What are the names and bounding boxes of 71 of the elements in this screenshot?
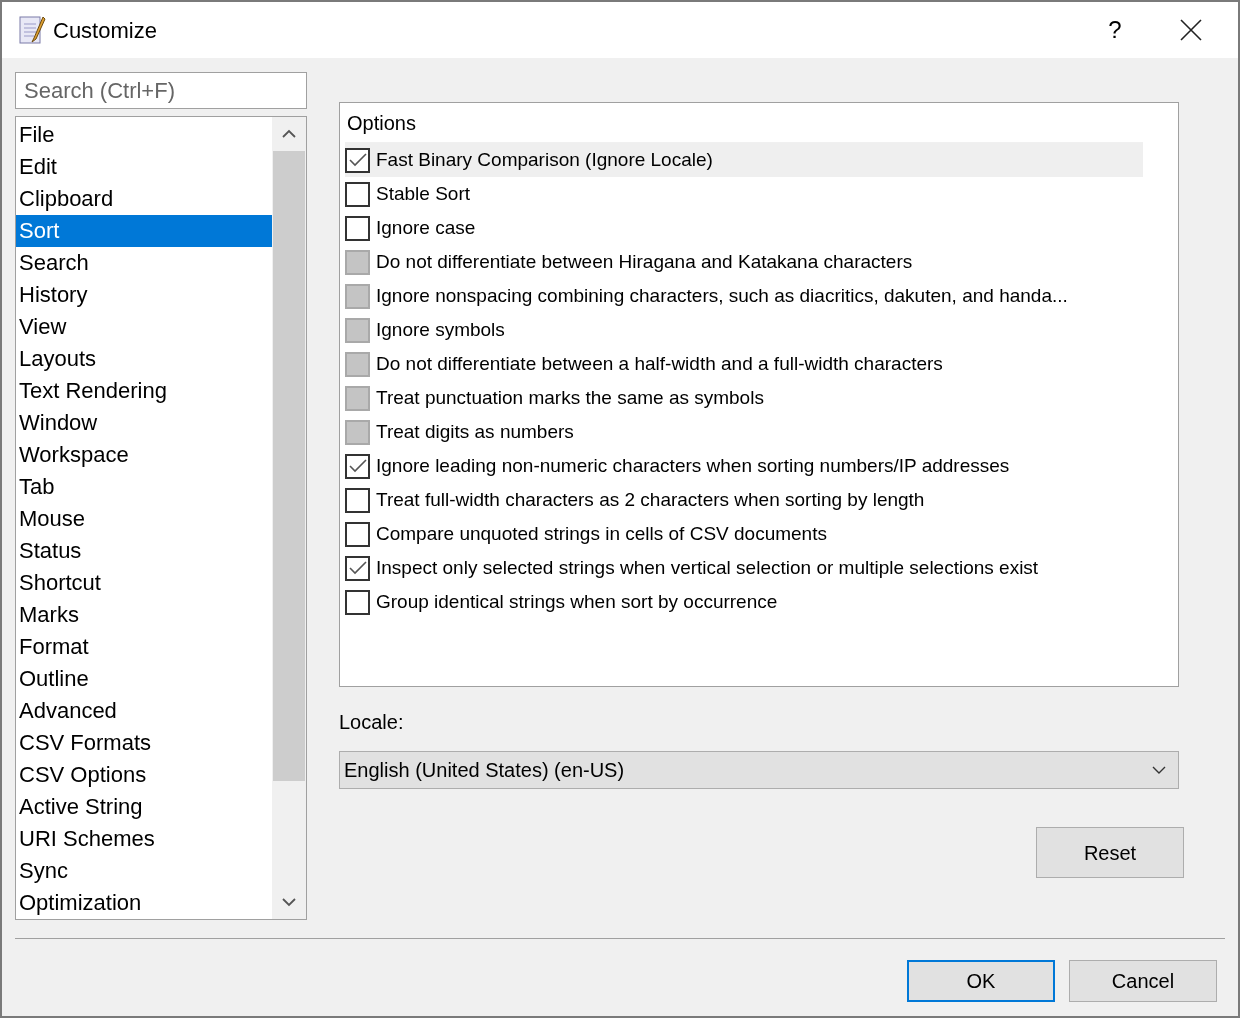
category-item[interactable]: Sync [16, 855, 272, 887]
search-field[interactable]: Search (Ctrl+F) [15, 72, 307, 109]
option-label: Treat digits as numbers [376, 419, 574, 444]
option-row[interactable]: Compare unquoted strings in cells of CSV documents [345, 517, 1143, 551]
help-button[interactable]: ? [1095, 12, 1135, 48]
category-item[interactable]: Layouts [16, 343, 272, 375]
option-row[interactable]: Ignore case [345, 211, 1143, 245]
option-label: Do not differentiate between a half-width and a full-width characters [376, 351, 943, 376]
option-row[interactable]: Stable Sort [345, 177, 1143, 211]
option-label: Group identical strings when sort by occurrence [376, 589, 778, 614]
checkmark-icon [348, 561, 367, 575]
category-item[interactable]: Advanced [16, 695, 272, 727]
category-item[interactable]: Outline [16, 663, 272, 695]
option-label: Treat full-width characters as 2 characters when sorting by length [376, 487, 925, 512]
category-item[interactable]: Mouse [16, 503, 272, 535]
locale-label: Locale: [339, 710, 405, 735]
option-label: Inspect only selected strings when vertical selection or multiple selections exist [376, 555, 1039, 580]
category-item[interactable]: CSV Formats [16, 727, 272, 759]
category-item[interactable]: Active String [16, 791, 272, 823]
category-item[interactable]: Shortcut [16, 567, 272, 599]
checkbox[interactable] [345, 453, 370, 479]
cancel-button[interactable]: Cancel [1069, 960, 1217, 1002]
category-item[interactable]: Marks [16, 599, 272, 631]
locale-dropdown[interactable]: English (United States) (en-US) [339, 751, 1179, 789]
option-label: Compare unquoted strings in cells of CSV documents [376, 521, 827, 546]
category-item[interactable]: View [16, 311, 272, 343]
category-item[interactable]: File [16, 119, 272, 151]
option-row[interactable]: Treat full-width characters as 2 characters when sorting by length [345, 483, 1143, 517]
option-label: Ignore nonspacing combining characters, such as diacritics, dakuten, and handa... [376, 283, 1068, 308]
category-item[interactable]: Sort [16, 215, 272, 247]
category-item[interactable]: Format [16, 631, 272, 663]
chevron-down-icon [1152, 766, 1166, 774]
checkbox[interactable] [345, 147, 370, 173]
category-item[interactable]: Tab [16, 471, 272, 503]
category-item[interactable]: History [16, 279, 272, 311]
category-item[interactable]: Edit [16, 151, 272, 183]
option-row[interactable]: Fast Binary Comparison (Ignore Locale) [345, 143, 1143, 177]
checkbox[interactable] [345, 555, 370, 581]
scrollbar-thumb[interactable] [273, 151, 305, 781]
option-label: Treat punctuation marks the same as symbols [376, 385, 764, 410]
checkbox[interactable] [345, 521, 370, 547]
category-item[interactable]: Clipboard [16, 183, 272, 215]
checkbox[interactable] [345, 487, 370, 513]
option-label: Do not differentiate between Hiragana and Katakana characters [376, 249, 913, 274]
checkmark-icon [348, 459, 367, 473]
notepad-icon [17, 14, 47, 46]
option-label: Stable Sort [376, 181, 470, 206]
category-item[interactable]: Status [16, 535, 272, 567]
window-title: Customize [53, 16, 157, 45]
option-label: Ignore case [376, 215, 476, 240]
reset-button[interactable]: Reset [1036, 827, 1184, 878]
category-item[interactable]: CSV Options [16, 759, 272, 791]
checkmark-icon [348, 153, 367, 167]
category-item[interactable]: Workspace [16, 439, 272, 471]
option-row[interactable]: Ignore leading non-numeric characters when sorting numbers/IP addresses [345, 449, 1143, 483]
option-label: Fast Binary Comparison (Ignore Locale) [376, 147, 713, 172]
option-row[interactable]: Inspect only selected strings when vertical selection or multiple selections exist [345, 551, 1143, 585]
checkbox[interactable] [345, 181, 370, 207]
option-label: Ignore leading non-numeric characters when sorting numbers/IP addresses [376, 453, 1010, 478]
category-item[interactable]: URI Schemes [16, 823, 272, 855]
option-row[interactable]: Group identical strings when sort by occurrence [345, 585, 1143, 619]
category-item[interactable]: Window [16, 407, 272, 439]
category-item[interactable]: Text Rendering [16, 375, 272, 407]
checkbox[interactable] [345, 215, 370, 241]
ok-button[interactable]: OK [907, 960, 1055, 1002]
option-label: Ignore symbols [376, 317, 505, 342]
category-item[interactable]: Optimization [16, 887, 272, 919]
scrollbar[interactable] [272, 117, 306, 919]
category-item[interactable]: Search [16, 247, 272, 279]
checkbox[interactable] [345, 589, 370, 615]
close-icon [1180, 19, 1202, 41]
